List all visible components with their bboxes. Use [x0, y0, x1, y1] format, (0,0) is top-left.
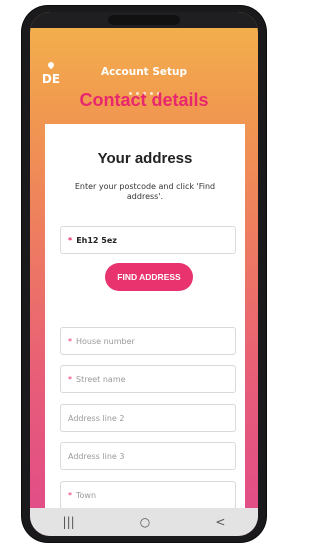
step-title: Account Setup	[100, 66, 188, 78]
back-icon[interactable]: <	[215, 515, 225, 529]
find-address-button[interactable]: FIND ADDRESS	[105, 263, 193, 291]
instructions-text: Enter your postcode and click 'Find addr…	[74, 182, 216, 201]
app-screen: DE Account Setup Contact details Your ad…	[30, 12, 258, 536]
phone-frame: DE Account Setup Contact details Your ad…	[22, 6, 266, 542]
town-placeholder: Town	[76, 490, 97, 500]
address-line-3-field[interactable]: Address line 3	[60, 442, 236, 470]
system-nav-bar: ||| ○ <	[30, 508, 258, 536]
required-marker: *	[68, 490, 72, 500]
street-name-placeholder: Street name	[76, 374, 126, 384]
address-line-2-field[interactable]: Address line 2	[60, 404, 236, 432]
street-name-field[interactable]: * Street name	[60, 365, 236, 393]
address-line-3-placeholder: Address line 3	[68, 451, 125, 461]
required-marker: *	[68, 374, 72, 384]
address-card: Your address Enter your postcode and cli…	[45, 124, 245, 524]
postcode-value: Eh12 5ez	[76, 235, 117, 245]
required-marker: *	[68, 235, 73, 245]
card-title: Your address	[97, 150, 193, 167]
required-marker: *	[68, 336, 72, 346]
postcode-field[interactable]: * Eh12 5ez	[60, 226, 236, 254]
address-line-2-placeholder: Address line 2	[68, 413, 125, 423]
house-number-field[interactable]: * House number	[60, 327, 236, 355]
camera-notch	[108, 15, 180, 25]
house-number-placeholder: House number	[76, 336, 135, 346]
home-icon[interactable]: ○	[140, 515, 150, 529]
page-title: Contact details	[79, 90, 209, 110]
status-bar	[30, 12, 258, 28]
recents-icon[interactable]: |||	[63, 515, 75, 529]
town-field[interactable]: * Town	[60, 481, 236, 509]
